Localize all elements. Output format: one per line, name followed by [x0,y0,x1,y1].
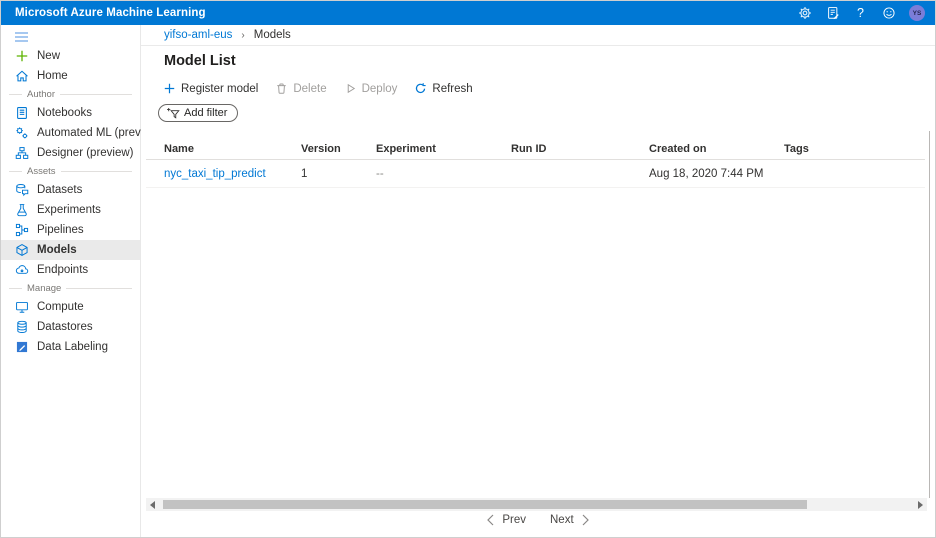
sidebar-item-datastores[interactable]: Datastores [1,317,140,337]
sidebar-item-label: Compute [37,301,84,313]
hamburger-menu-icon[interactable] [15,32,28,42]
model-name-link[interactable]: nyc_taxi_tip_predict [146,168,301,180]
sidebar-section-assets: Assets [1,163,140,180]
designer-icon [15,146,29,160]
deploy-button[interactable]: Deploy [344,82,398,95]
pagination: Prev Next [141,514,935,526]
sidebar-section-author: Author [1,86,140,103]
sidebar-item-label: Home [37,70,68,82]
chevron-right-icon: › [241,30,244,41]
pipelines-icon [15,223,29,237]
scroll-right-arrow-icon[interactable] [918,501,923,509]
help-icon[interactable]: ? [853,6,868,21]
sidebar-item-automated-ml[interactable]: Automated ML (preview) [1,123,140,143]
delete-button[interactable]: Delete [275,82,326,95]
model-experiment: -- [376,168,511,180]
sidebar-item-label: Datasets [37,184,82,196]
sidebar: New Home Author Notebooks Automated ML (… [1,25,141,537]
sidebar-item-label: Data Labeling [37,341,108,353]
feedback-icon[interactable] [825,6,840,21]
register-model-button[interactable]: Register model [163,82,258,95]
sidebar-item-pipelines[interactable]: Pipelines [1,220,140,240]
sidebar-item-datasets[interactable]: Datasets [1,180,140,200]
add-filter-button[interactable]: Add filter [158,104,238,122]
models-cube-icon [15,243,29,257]
sidebar-item-designer[interactable]: Designer (preview) [1,143,140,163]
column-header-tags[interactable]: Tags [784,143,925,155]
sidebar-item-new[interactable]: New [1,46,140,66]
sidebar-item-home[interactable]: Home [1,66,140,86]
table-row[interactable]: nyc_taxi_tip_predict 1 -- Aug 18, 2020 7… [146,160,925,188]
sidebar-item-label: Datastores [37,321,93,333]
breadcrumb-current[interactable]: Models [254,29,291,41]
compute-monitor-icon [15,300,29,314]
sidebar-item-data-labeling[interactable]: Data Labeling [1,337,140,357]
vertical-scrollbar[interactable] [929,131,930,498]
model-version: 1 [301,168,376,180]
home-icon [15,69,29,83]
refresh-icon [414,82,427,95]
sidebar-item-label: New [37,50,60,62]
plus-icon [163,82,176,95]
horizontal-scrollbar-track[interactable] [146,498,927,511]
azure-ml-window: { "topbar": { "title": "Microsoft Azure … [0,0,936,538]
prev-page-button[interactable]: Prev [486,514,526,526]
notebook-icon [15,106,29,120]
sidebar-item-label: Notebooks [37,107,92,119]
user-avatar[interactable]: YS [909,5,925,21]
filter-plus-icon [166,107,180,120]
data-labeling-icon [15,340,29,354]
model-created-on: Aug 18, 2020 7:44 PM [649,168,784,180]
app-title: Microsoft Azure Machine Learning [15,7,206,19]
column-header-experiment[interactable]: Experiment [376,143,511,155]
endpoints-cloud-icon [15,263,29,277]
experiments-flask-icon [15,203,29,217]
refresh-button[interactable]: Refresh [414,82,472,95]
play-icon [344,82,357,95]
breadcrumb-workspace[interactable]: yifso-aml-eus [164,29,232,41]
horizontal-scrollbar-thumb[interactable] [163,500,807,509]
plus-icon [15,49,29,63]
page-title: Model List [164,53,236,69]
sidebar-item-label: Pipelines [37,224,84,236]
sidebar-item-label: Designer (preview) [37,147,134,159]
sidebar-item-label: Models [37,244,77,256]
column-header-created-on[interactable]: Created on [649,143,784,155]
datasets-icon [15,183,29,197]
sidebar-item-label: Endpoints [37,264,88,276]
smiley-feedback-icon[interactable] [881,6,896,21]
sidebar-item-notebooks[interactable]: Notebooks [1,103,140,123]
column-header-run-id[interactable]: Run ID [511,143,649,155]
sidebar-section-manage: Manage [1,280,140,297]
chevron-right-icon [581,514,590,526]
column-header-name[interactable]: Name [146,143,301,155]
table-header-row: Name Version Experiment Run ID Created o… [146,138,925,160]
sidebar-item-models[interactable]: Models [1,240,140,260]
sidebar-item-label: Experiments [37,204,101,216]
command-bar: Register model Delete Deploy Refresh [163,82,473,95]
sidebar-item-experiments[interactable]: Experiments [1,200,140,220]
scroll-left-arrow-icon[interactable] [150,501,155,509]
datastores-icon [15,320,29,334]
topbar-actions: ? YS [797,5,925,21]
chevron-left-icon [486,514,495,526]
next-page-button[interactable]: Next [550,514,590,526]
sidebar-item-compute[interactable]: Compute [1,297,140,317]
breadcrumb: yifso-aml-eus › Models [141,25,935,46]
automated-ml-icon [15,126,29,140]
trash-icon [275,82,288,95]
settings-gear-icon[interactable] [797,6,812,21]
main-content: Model List Register model Delete Deploy … [141,46,935,537]
column-header-version[interactable]: Version [301,143,376,155]
topbar: Microsoft Azure Machine Learning ? [1,1,935,25]
sidebar-item-endpoints[interactable]: Endpoints [1,260,140,280]
